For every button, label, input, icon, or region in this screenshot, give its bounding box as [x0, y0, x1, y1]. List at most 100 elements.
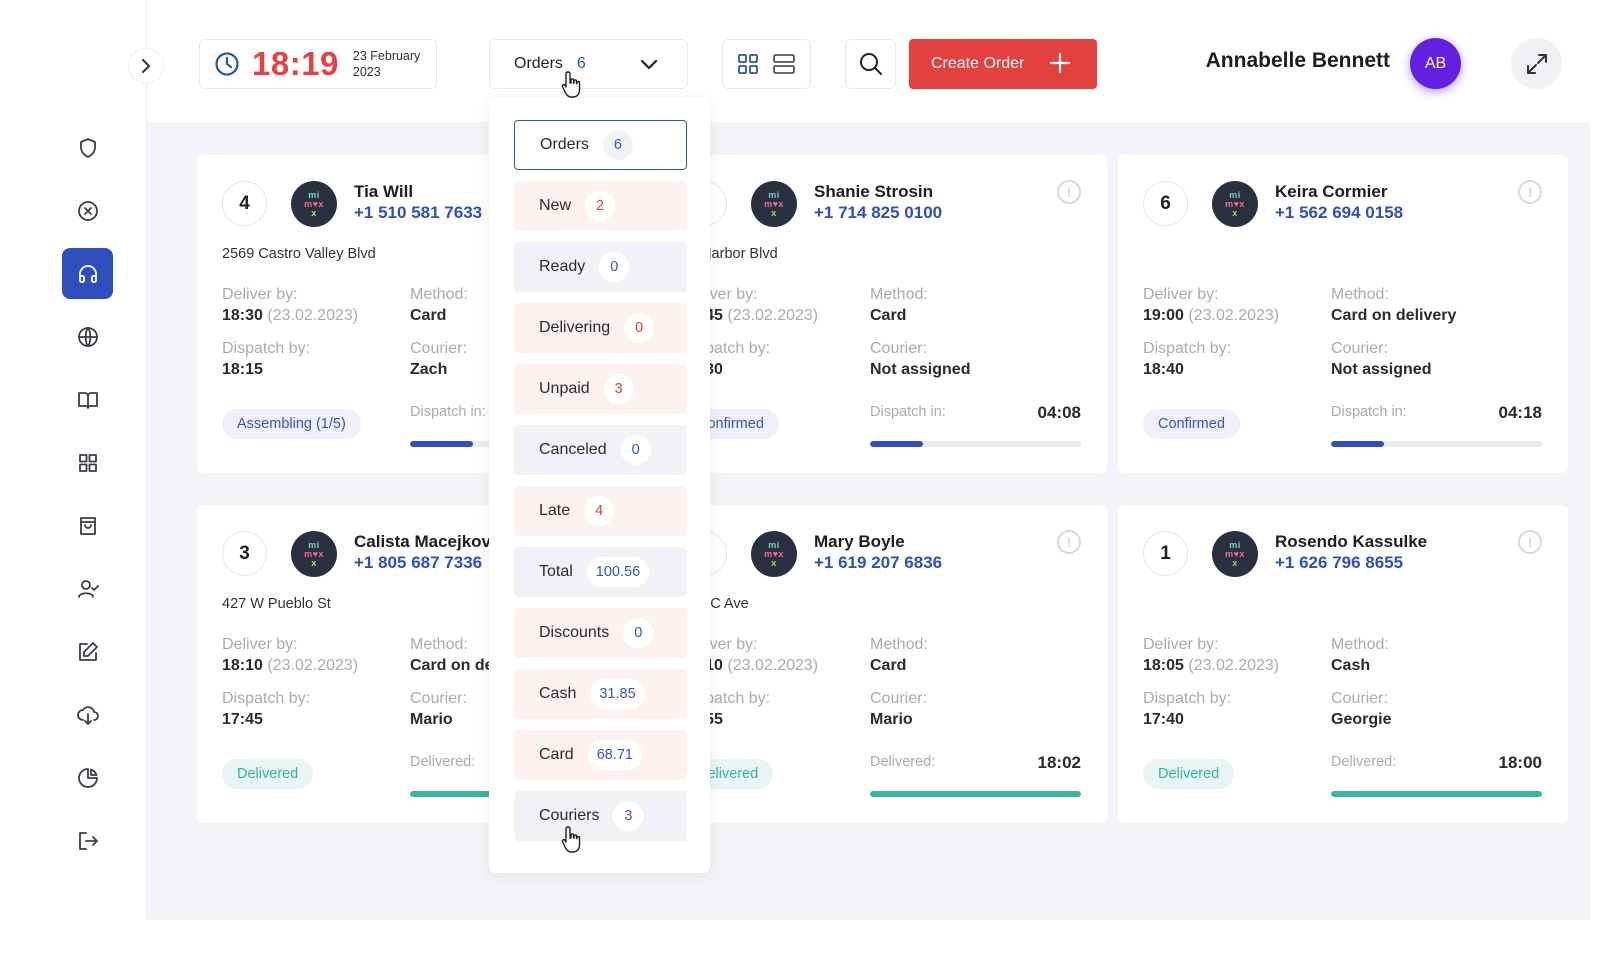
dropdown-item-orders[interactable]: Orders 6 — [514, 120, 687, 170]
method-label: Method: — [1331, 636, 1389, 653]
grid-icon — [78, 453, 97, 472]
payment-method: Card — [870, 307, 907, 324]
customer-phone[interactable]: +1 619 207 6836 — [814, 553, 942, 573]
sidebar-item-edit[interactable] — [62, 626, 113, 677]
dropdown-item-delivering[interactable]: Delivering 0 — [514, 303, 687, 353]
timer-label: Delivered: — [410, 754, 476, 770]
customer-phone[interactable]: +1 714 825 0100 — [814, 203, 942, 223]
timer-value: 04:08 — [1037, 403, 1081, 422]
fullscreen-button[interactable] — [1511, 38, 1562, 89]
courier-value: Zach — [410, 361, 448, 378]
dropdown-item-label: Card — [539, 746, 574, 763]
customer-phone[interactable]: +1 805 687 7336 — [354, 553, 482, 573]
sidebar-item-logout[interactable] — [62, 815, 113, 866]
dropdown-item-couriers[interactable]: Couriers 3 — [514, 791, 687, 841]
dropdown-item-label: Canceled — [539, 441, 607, 458]
dropdown-item-canceled[interactable]: Canceled 0 — [514, 425, 687, 475]
courier-label: Courier: — [410, 340, 467, 357]
sidebar-item-download[interactable] — [62, 689, 113, 740]
sidebar — [0, 0, 147, 920]
order-card[interactable]: 2 mi m♥x x Mary Boyle +1 619 207 6836 ! … — [657, 505, 1107, 823]
sidebar-toggle-button[interactable] — [128, 48, 164, 84]
dropdown-item-unpaid[interactable]: Unpaid 3 — [514, 364, 687, 414]
progress-bar — [870, 791, 1081, 797]
method-label: Method: — [410, 636, 468, 653]
timer-label: Dispatch in: — [1331, 404, 1407, 420]
user-name: Annabelle Bennett — [1205, 49, 1390, 72]
dropdown-item-discounts[interactable]: Discounts 0 — [514, 608, 687, 658]
method-label: Method: — [870, 636, 928, 653]
search-button[interactable] — [845, 39, 896, 89]
dropdown-item-label: Cash — [539, 685, 577, 702]
dropdown-item-total[interactable]: Total 100.56 — [514, 547, 687, 597]
dropdown-item-count: 6 — [602, 130, 633, 160]
alert-icon[interactable]: ! — [1518, 180, 1542, 204]
sidebar-item-globe[interactable] — [62, 311, 113, 362]
courier-value: Not assigned — [1331, 361, 1432, 378]
sidebar-item-shield[interactable] — [62, 122, 113, 173]
current-date: 23 February 2023 — [352, 49, 421, 79]
plus-icon — [1049, 52, 1071, 74]
payment-method: Card on delivery — [1331, 307, 1457, 324]
current-time: 18:19 — [252, 45, 339, 82]
edit-icon — [78, 641, 98, 661]
restaurant-logo: mi m♥x x — [1212, 181, 1258, 227]
avatar[interactable]: AB — [1410, 38, 1461, 89]
dropdown-item-count: 3 — [613, 801, 644, 831]
create-order-button[interactable]: Create Order — [909, 39, 1097, 89]
alert-icon[interactable]: ! — [1518, 530, 1542, 554]
timer-value: 18:02 — [1037, 753, 1081, 772]
progress-bar — [1331, 791, 1542, 797]
alert-icon[interactable]: ! — [1057, 180, 1081, 204]
sidebar-item-book[interactable] — [62, 374, 113, 425]
timer-label: Dispatch in: — [870, 404, 946, 420]
restaurant-logo: mi m♥x x — [751, 531, 797, 577]
hand-cursor-icon — [561, 71, 581, 98]
sidebar-item-support[interactable] — [62, 248, 113, 299]
grid-view-icon[interactable] — [737, 53, 759, 75]
customer-phone[interactable]: +1 510 581 7633 — [354, 203, 482, 223]
alert-icon[interactable]: ! — [1057, 530, 1081, 554]
deliver-by-value: 18:10 (23.02.2023) — [222, 657, 359, 674]
deliver-by-value: 18:30 (23.02.2023) — [222, 307, 359, 324]
customer-name: Tia Will — [354, 182, 414, 201]
dropdown-item-card[interactable]: Card 68.71 — [514, 730, 687, 780]
dropdown-item-count: 0 — [620, 435, 651, 465]
dropdown-item-count: 4 — [584, 496, 615, 526]
dropdown-item-label: Unpaid — [539, 380, 590, 397]
dropdown-item-late[interactable]: Late 4 — [514, 486, 687, 536]
courier-value: Mario — [410, 711, 453, 728]
order-number: 4 — [222, 181, 267, 226]
payment-method: Cash — [1331, 657, 1371, 674]
sidebar-item-canceled[interactable] — [62, 185, 113, 236]
delivery-address: 427 W Pueblo St — [222, 596, 331, 612]
shield-icon — [79, 137, 96, 158]
dropdown-item-label: Discounts — [539, 624, 610, 641]
cloud-download-icon — [76, 705, 99, 725]
view-toggle — [722, 39, 811, 89]
dropdown-item-label: Delivering — [539, 319, 611, 336]
customer-phone[interactable]: +1 626 796 8655 — [1275, 553, 1403, 573]
sidebar-item-users[interactable] — [62, 563, 113, 614]
customer-name: Shanie Strosin — [814, 182, 934, 201]
list-view-icon[interactable] — [772, 53, 796, 75]
status-badge: Assembling (1/5) — [222, 409, 361, 439]
dropdown-item-count: 2 — [585, 191, 616, 221]
order-card[interactable]: 1 mi m♥x x Rosendo Kassulke +1 626 796 8… — [1118, 505, 1568, 823]
customer-phone[interactable]: +1 562 694 0158 — [1275, 203, 1403, 223]
order-number: 1 — [1143, 531, 1188, 576]
order-card[interactable]: 6 mi m♥x x Keira Cormier +1 562 694 0158… — [1118, 155, 1568, 473]
sidebar-item-bag[interactable] — [62, 500, 113, 551]
courier-label: Courier: — [1331, 690, 1388, 707]
courier-label: Courier: — [870, 340, 927, 357]
sidebar-item-grid[interactable] — [62, 437, 113, 488]
orders-filter-select[interactable]: Orders 6 — [489, 39, 688, 89]
courier-value: Not assigned — [870, 361, 971, 378]
timer-label: Dispatch in: — [410, 404, 486, 420]
dropdown-item-new[interactable]: New 2 — [514, 181, 687, 231]
dropdown-item-cash[interactable]: Cash 31.85 — [514, 669, 687, 719]
sidebar-item-reports[interactable] — [62, 752, 113, 803]
timer-label: Delivered: — [870, 754, 936, 770]
dropdown-item-ready[interactable]: Ready 0 — [514, 242, 687, 292]
order-card[interactable]: 5 mi m♥x x Shanie Strosin +1 714 825 010… — [657, 155, 1107, 473]
